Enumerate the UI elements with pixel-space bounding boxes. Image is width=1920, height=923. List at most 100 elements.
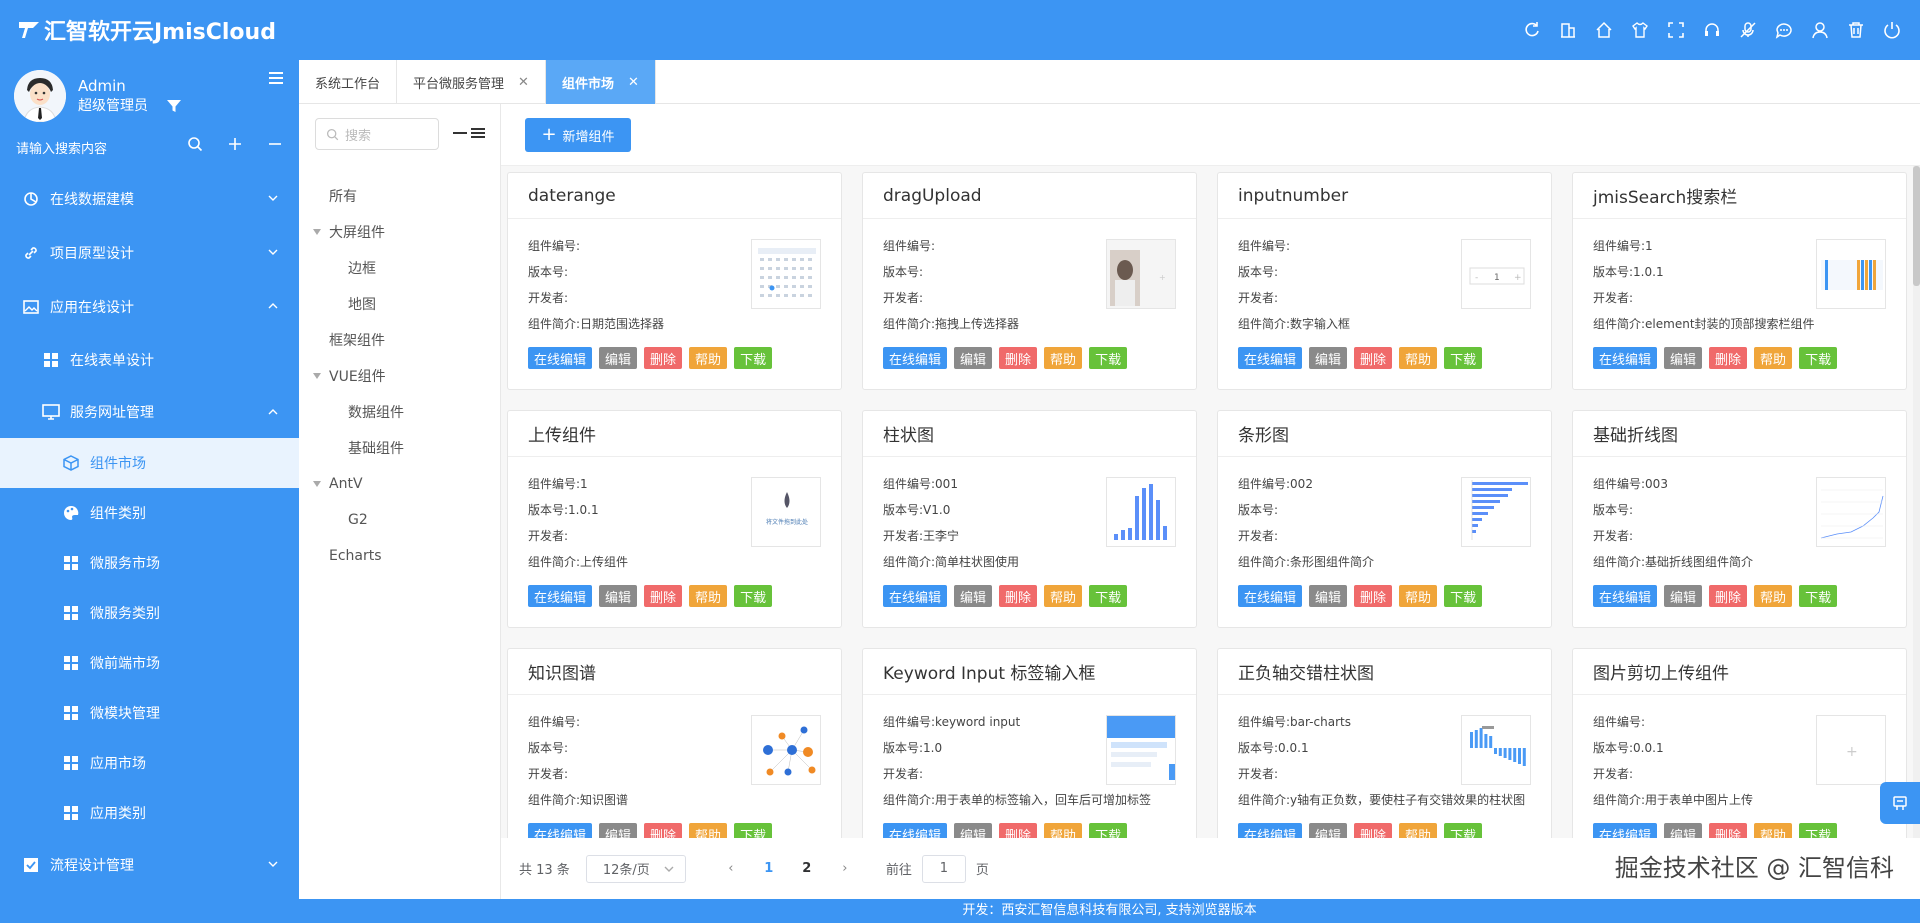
card-thumbnail[interactable]: 将文件拖到此处: [751, 477, 821, 547]
delete-button[interactable]: 删除: [1709, 347, 1748, 369]
edit-online-button[interactable]: 在线编辑: [883, 823, 948, 838]
tree-search-input[interactable]: 搜索: [315, 118, 439, 150]
sidebar-item-1[interactable]: 项目原型设计: [0, 226, 299, 280]
sidebar-item-8[interactable]: 微服务类别: [0, 588, 299, 638]
download-button[interactable]: 下载: [1089, 347, 1128, 369]
close-icon[interactable]: ✕: [628, 75, 639, 90]
chat-icon[interactable]: [1766, 12, 1802, 48]
help-button[interactable]: 帮助: [1754, 823, 1793, 838]
download-button[interactable]: 下载: [1444, 823, 1483, 838]
home-icon[interactable]: [1586, 12, 1622, 48]
help-button[interactable]: 帮助: [689, 585, 728, 607]
component-card[interactable]: 图片剪切上传组件 组件编号: 版本号:0.0.1 开发者: 组件简介:用于表单中图片上传…: [1572, 648, 1907, 838]
help-button[interactable]: 帮助: [1044, 823, 1083, 838]
delete-button[interactable]: 删除: [1354, 585, 1393, 607]
edit-online-button[interactable]: 在线编辑: [1593, 823, 1658, 838]
power-icon[interactable]: [1874, 12, 1910, 48]
mic-off-icon[interactable]: [1730, 12, 1766, 48]
component-card[interactable]: Keyword Input 标签输入框 组件编号:keyword input 版本号…: [862, 648, 1197, 838]
edit-online-button[interactable]: 在线编辑: [1593, 585, 1658, 607]
help-button[interactable]: 帮助: [689, 823, 728, 838]
edit-button[interactable]: 编辑: [1309, 585, 1348, 607]
next-page-icon[interactable]: ›: [826, 861, 864, 876]
help-button[interactable]: 帮助: [1754, 347, 1793, 369]
delete-button[interactable]: 删除: [999, 823, 1038, 838]
download-button[interactable]: 下载: [734, 585, 773, 607]
edit-button[interactable]: 编辑: [1664, 823, 1703, 838]
close-icon[interactable]: ✕: [518, 75, 529, 90]
delete-button[interactable]: 删除: [644, 823, 683, 838]
component-card[interactable]: 正负轴交错柱状图 组件编号:bar-charts 版本号:0.0.1 开发者: 组件简介…: [1217, 648, 1552, 838]
minus-icon[interactable]: [267, 136, 283, 152]
goto-input[interactable]: 1: [921, 854, 966, 883]
tree-node-3[interactable]: 地图: [299, 286, 499, 322]
tree-node-8[interactable]: AntV: [299, 466, 499, 502]
download-button[interactable]: 下载: [1444, 347, 1483, 369]
edit-button[interactable]: 编辑: [954, 823, 993, 838]
component-card[interactable]: inputnumber 组件编号: 版本号: 开发者: 组件简介:数字输入框 - 1 + 在线编…: [1217, 172, 1552, 390]
edit-online-button[interactable]: 在线编辑: [528, 585, 593, 607]
card-thumbnail[interactable]: [1461, 715, 1531, 785]
tree-node-5[interactable]: VUE组件: [299, 358, 499, 394]
user-icon[interactable]: [1802, 12, 1838, 48]
caret-down-icon[interactable]: [313, 229, 321, 235]
fullscreen-icon[interactable]: [1658, 12, 1694, 48]
tab-0[interactable]: 系统工作台: [299, 60, 398, 104]
trash-icon[interactable]: [1838, 12, 1874, 48]
tree-node-0[interactable]: 所有: [299, 178, 499, 214]
filter-icon[interactable]: [166, 98, 182, 114]
float-tool-button[interactable]: [1880, 782, 1920, 824]
card-thumbnail[interactable]: [1461, 477, 1531, 547]
card-thumbnail[interactable]: +: [1816, 715, 1886, 785]
avatar[interactable]: [14, 70, 66, 122]
tree-node-9[interactable]: G2: [299, 502, 499, 538]
sidebar-search[interactable]: 请输入搜索内容: [0, 132, 299, 162]
card-thumbnail[interactable]: [751, 715, 821, 785]
caret-down-icon[interactable]: [313, 481, 321, 487]
headset-icon[interactable]: [1694, 12, 1730, 48]
component-card[interactable]: daterange 组件编号: 版本号: 开发者: 组件简介:日期范围选择器 在线编辑 编辑…: [507, 172, 842, 390]
caret-down-icon[interactable]: [313, 373, 321, 379]
edit-online-button[interactable]: 在线编辑: [1238, 347, 1303, 369]
delete-button[interactable]: 删除: [1354, 823, 1393, 838]
component-card[interactable]: 知识图谱 组件编号: 版本号: 开发者: 组件简介:知识图谱 在线编辑 编辑 删除 帮助 下载: [507, 648, 842, 838]
download-button[interactable]: 下载: [1799, 585, 1838, 607]
component-card[interactable]: 条形图 组件编号:002 版本号: 开发者: 组件简介:条形图组件简介 在线编辑 编辑 删除帮…: [1217, 410, 1552, 628]
refresh-icon[interactable]: [1514, 12, 1550, 48]
download-button[interactable]: 下载: [1799, 823, 1838, 838]
delete-button[interactable]: 删除: [1709, 585, 1748, 607]
delete-button[interactable]: 删除: [999, 585, 1038, 607]
building-icon[interactable]: [1550, 12, 1586, 48]
menu-fold-icon[interactable]: [269, 72, 283, 84]
plus-icon[interactable]: [227, 136, 243, 152]
card-thumbnail[interactable]: [1816, 239, 1886, 309]
edit-button[interactable]: 编辑: [599, 823, 638, 838]
sidebar-item-12[interactable]: 应用类别: [0, 788, 299, 838]
tree-node-6[interactable]: 数据组件: [299, 394, 499, 430]
tree-node-7[interactable]: 基础组件: [299, 430, 499, 466]
help-button[interactable]: 帮助: [1399, 823, 1438, 838]
tab-2[interactable]: 组件市场 ✕: [545, 60, 656, 104]
help-button[interactable]: 帮助: [1044, 347, 1083, 369]
shirt-icon[interactable]: [1622, 12, 1658, 48]
edit-online-button[interactable]: 在线编辑: [1593, 347, 1658, 369]
download-button[interactable]: 下载: [734, 823, 773, 838]
component-card[interactable]: 柱状图 组件编号:001 版本号:V1.0 开发者:王李宁 组件简介:简单柱状图使用 在线…: [862, 410, 1197, 628]
tree-node-2[interactable]: 边框: [299, 250, 499, 286]
tree-node-4[interactable]: 框架组件: [299, 322, 499, 358]
sidebar-item-10[interactable]: 微模块管理: [0, 688, 299, 738]
page-1[interactable]: 1: [750, 861, 788, 876]
tree-toggle-icon[interactable]: [453, 126, 485, 140]
help-button[interactable]: 帮助: [1754, 585, 1793, 607]
download-button[interactable]: 下载: [1799, 347, 1838, 369]
component-card[interactable]: dragUpload 组件编号: 版本号: 开发者: 组件简介:拖拽上传选择器 + 在线编辑…: [862, 172, 1197, 390]
edit-online-button[interactable]: 在线编辑: [528, 823, 593, 838]
edit-button[interactable]: 编辑: [1309, 823, 1348, 838]
page-2[interactable]: 2: [788, 861, 826, 876]
edit-button[interactable]: 编辑: [954, 347, 993, 369]
edit-button[interactable]: 编辑: [599, 585, 638, 607]
component-card[interactable]: 基础折线图 组件编号:003 版本号: 开发者: 组件简介:基础折线图组件简介 在线编辑编…: [1572, 410, 1907, 628]
add-component-button[interactable]: + 新增组件: [525, 118, 631, 152]
card-thumbnail[interactable]: +: [1106, 239, 1176, 309]
edit-online-button[interactable]: 在线编辑: [883, 347, 948, 369]
